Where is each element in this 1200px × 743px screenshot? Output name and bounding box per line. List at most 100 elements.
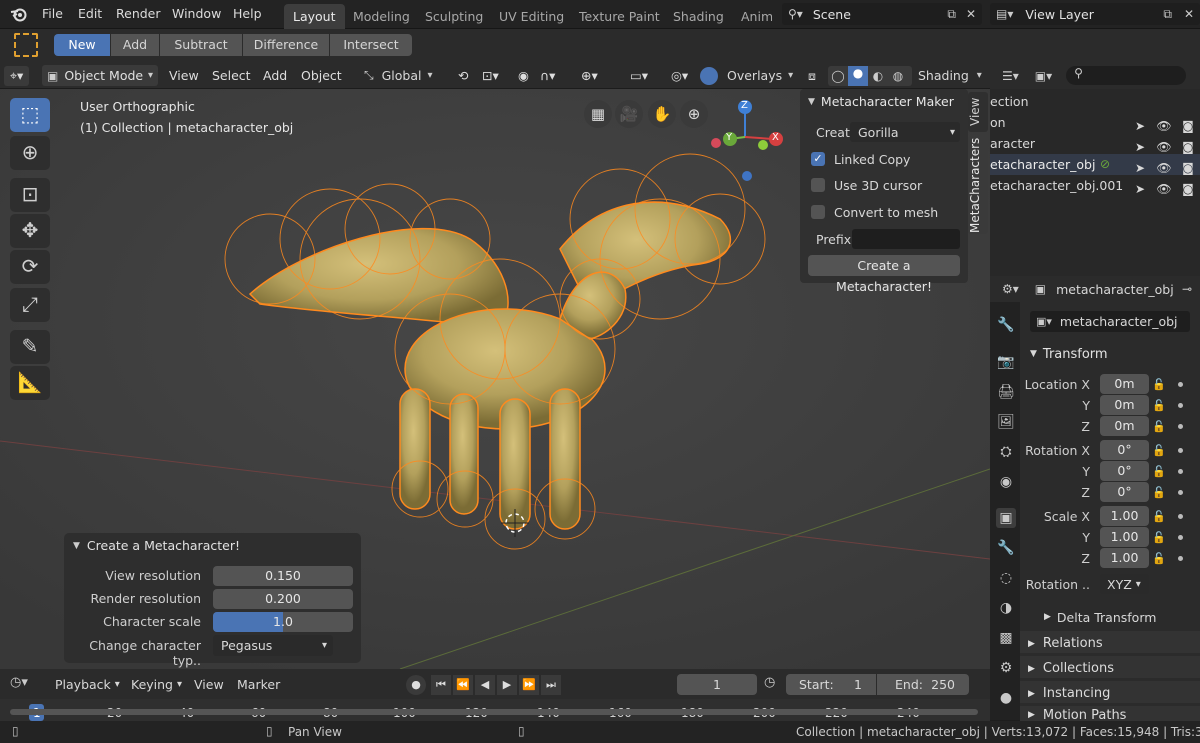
output-tab-icon[interactable]: 🖨	[996, 382, 1016, 402]
jump-start-icon[interactable]: ⏮	[431, 675, 451, 695]
tab-layout[interactable]: Layout	[284, 4, 345, 29]
playback-menu[interactable]: Playback ▾	[50, 674, 120, 694]
end-frame-field[interactable]: End: 250	[877, 674, 969, 695]
menu-select[interactable]: Select	[206, 66, 257, 86]
world-tab-icon[interactable]: ◉	[996, 472, 1016, 492]
modifier-tab-icon[interactable]: 🔧	[996, 538, 1016, 558]
view-resolution-field[interactable]: 0.150	[213, 566, 353, 586]
copy-layer-icon[interactable]: ⧉	[1163, 7, 1172, 22]
create-metacharacter-button[interactable]: Create a Metacharacter!	[808, 255, 960, 294]
cursor-tool-icon[interactable]: ⊕	[10, 136, 50, 170]
intersect-button[interactable]: Intersect	[330, 34, 412, 56]
camera-render-icon[interactable]: ◙	[1176, 182, 1200, 196]
play-reverse-icon[interactable]: ◀	[475, 675, 495, 695]
outliner-row[interactable]: etacharacter_obj	[990, 157, 1095, 172]
keyframe-dot-icon[interactable]	[1178, 424, 1183, 429]
constraints-tab-icon[interactable]: ▩	[996, 628, 1016, 648]
scale-x-field[interactable]: 1.00	[1100, 506, 1149, 526]
tab-uv-editing[interactable]: UV Editing	[490, 4, 573, 29]
convert-to-mesh-checkbox[interactable]	[811, 205, 825, 219]
keyframe-dot-icon[interactable]	[1178, 403, 1183, 408]
select-icon[interactable]: ➤	[1128, 119, 1152, 133]
keyframe-dot-icon[interactable]	[1178, 469, 1183, 474]
copy-scene-icon[interactable]: ⧉	[947, 7, 956, 22]
rendered-shading-icon[interactable]: ◍	[888, 69, 908, 83]
menu-view[interactable]: View	[163, 66, 205, 86]
view-layer-selector[interactable]: ▤▾ View Layer ⧉ ✕	[990, 3, 1200, 25]
grid-icon[interactable]: ▦	[584, 100, 612, 128]
transform-orientation-dropdown[interactable]: ⤡ Global ▾	[364, 65, 454, 86]
camera-icon[interactable]: 🎥	[615, 100, 643, 128]
menu-help[interactable]: Help	[233, 6, 262, 21]
annotate-tool-icon[interactable]: ✎	[10, 330, 50, 364]
record-icon[interactable]: ●	[406, 675, 426, 695]
tab-modeling[interactable]: Modeling	[344, 4, 419, 29]
keyframe-dot-icon[interactable]	[1178, 382, 1183, 387]
eye-icon[interactable]: 👁	[1152, 119, 1176, 133]
use-3d-cursor-checkbox[interactable]	[811, 178, 825, 192]
mode-dropdown[interactable]: ▣ Object Mode ▾	[42, 65, 158, 86]
lock-icon[interactable]: 🔓	[1152, 444, 1166, 457]
outliner-row[interactable]: etacharacter_obj.001	[990, 178, 1123, 193]
keyframe-dot-icon[interactable]	[1178, 556, 1183, 561]
lock-icon[interactable]: 🔓	[1152, 531, 1166, 544]
select-icon[interactable]: ➤	[1128, 140, 1152, 154]
creat-dropdown[interactable]: Gorilla ▾	[850, 122, 960, 142]
motion-paths-section[interactable]: ▶ Motion Paths	[1020, 706, 1200, 721]
solid-shading-icon[interactable]: ●	[848, 66, 868, 86]
character-scale-slider[interactable]: 1.0	[213, 612, 353, 632]
select-icon[interactable]: ➤	[1128, 182, 1152, 196]
pivot-icon[interactable]: ⟲	[452, 66, 474, 86]
zoom-icon[interactable]: ⊕	[680, 100, 708, 128]
material-tab-icon[interactable]: ●	[996, 688, 1016, 708]
rotation-x-field[interactable]: 0°	[1100, 440, 1149, 460]
outliner-row[interactable]: ection	[990, 94, 1029, 109]
location-y-field[interactable]: 0m	[1100, 395, 1149, 415]
blender-logo-icon[interactable]	[10, 6, 28, 22]
menu-file[interactable]: File	[42, 6, 63, 21]
preview-range-icon[interactable]: ◷	[764, 675, 775, 690]
timeline-scrollbar[interactable]	[10, 709, 978, 715]
editor-type-icon[interactable]: ⌖▾	[4, 66, 30, 86]
falloff-icon[interactable]: ∩▾	[534, 66, 561, 86]
lock-icon[interactable]: 🔓	[1152, 378, 1166, 391]
jump-prev-keyframe-icon[interactable]: ⏪	[453, 675, 473, 695]
camera-render-icon[interactable]: ◙	[1176, 161, 1200, 175]
physics-tab-icon[interactable]: ◑	[996, 598, 1016, 618]
tab-shading[interactable]: Shading	[664, 4, 733, 29]
jump-end-icon[interactable]: ⏭	[541, 675, 561, 695]
subtract-button[interactable]: Subtract	[160, 34, 242, 56]
jump-next-keyframe-icon[interactable]: ⏩	[519, 675, 539, 695]
operator-header[interactable]: ▼ Create a Metacharacter!	[73, 538, 240, 553]
lock-icon[interactable]: 🔓	[1152, 399, 1166, 412]
add-button[interactable]: Add	[111, 34, 159, 56]
overlays-dropdown[interactable]: Overlays ▾	[700, 65, 798, 86]
tool-tab-icon[interactable]: 🔧	[996, 315, 1016, 335]
keyframe-dot-icon[interactable]	[1178, 514, 1183, 519]
render-tab-icon[interactable]: 📷	[996, 352, 1016, 372]
location-x-field[interactable]: 0m	[1100, 374, 1149, 394]
modifier-icon[interactable]: ⊘	[1100, 157, 1110, 171]
rotation-z-field[interactable]: 0°	[1100, 482, 1149, 502]
outliner-search-input[interactable]: ⚲	[1066, 66, 1187, 85]
outliner-row[interactable]: aracter	[990, 136, 1035, 151]
scale-y-field[interactable]: 1.00	[1100, 527, 1149, 547]
properties-editor-icon[interactable]: ⚙▾	[1002, 282, 1019, 296]
timeline-editor-icon[interactable]: ◷▾	[10, 675, 28, 690]
eye-icon[interactable]: 👁	[1152, 182, 1176, 196]
data-tab-icon[interactable]: ⚙	[996, 658, 1016, 678]
filter-icon[interactable]: ▣▾	[1035, 69, 1052, 83]
scale-tool-icon[interactable]: ⤢	[10, 288, 50, 322]
select-tool-icon[interactable]: ⬚	[10, 98, 50, 132]
prefix-input[interactable]	[852, 229, 960, 249]
shading-dropdown[interactable]: Shading ▾	[914, 65, 986, 86]
transform-panel-header[interactable]: ▼ Transform	[1022, 343, 1200, 365]
camera-render-icon[interactable]: ◙	[1176, 140, 1200, 154]
scale-z-field[interactable]: 1.00	[1100, 548, 1149, 568]
lock-icon[interactable]: 🔓	[1152, 486, 1166, 499]
new-button[interactable]: New	[54, 34, 110, 56]
close-layer-icon[interactable]: ✕	[1184, 7, 1194, 21]
menu-window[interactable]: Window	[172, 6, 221, 21]
rotate-tool-icon[interactable]: ⟳	[10, 250, 50, 284]
current-frame-field[interactable]: 1	[677, 674, 757, 695]
